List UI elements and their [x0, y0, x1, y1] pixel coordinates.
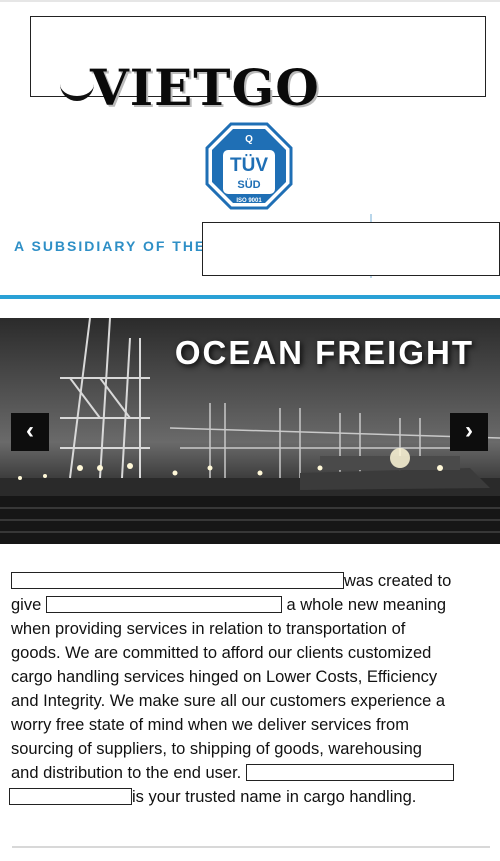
svg-text:TÜV: TÜV — [230, 155, 268, 176]
svg-text:SÜD: SÜD — [237, 178, 260, 191]
subsidiary-tagline: A SUBSIDIARY OF THE — [14, 238, 207, 254]
logo-swoosh — [60, 82, 94, 101]
description-line: sourcing of suppliers, to shipping of go… — [11, 740, 422, 758]
redacted-company-name — [11, 572, 344, 589]
description-line: goods. We are committed to afford our cl… — [11, 644, 432, 662]
brand-logo: VIETGO — [90, 58, 320, 117]
svg-text:ISO 9001: ISO 9001 — [236, 198, 262, 204]
redacted-company-name — [9, 788, 132, 805]
banner-title: OCEAN FREIGHT — [174, 334, 474, 371]
redacted-company-name — [245, 764, 454, 781]
description-line: and distribution to the end user. — [11, 761, 491, 785]
tuv-certification-badge: Q TÜV SÜD ISO 9001 — [205, 122, 293, 210]
slider-next-button[interactable]: › — [450, 413, 488, 451]
svg-text:Q: Q — [245, 134, 253, 145]
redacted-phrase — [45, 596, 282, 613]
chevron-left-icon: ‹ — [26, 417, 34, 444]
description-line: worry free state of mind when we deliver… — [11, 716, 409, 734]
description-line: was created to — [11, 569, 491, 593]
description-line: and Integrity. We make sure all our cust… — [11, 692, 446, 710]
company-description: was created to give a whole new meaning … — [9, 569, 491, 809]
description-line: when providing services in relation to t… — [11, 620, 406, 638]
top-divider — [0, 0, 500, 2]
bottom-divider — [12, 846, 490, 848]
redacted-parent-company-box — [202, 222, 500, 276]
description-line: is your trusted name in cargo handling. — [9, 785, 491, 809]
header-accent-line — [0, 295, 500, 299]
slider-prev-button[interactable]: ‹ — [11, 413, 49, 451]
ocean-freight-banner: OCEAN FREIGHT ‹ › — [0, 318, 500, 544]
description-line: give a whole new meaning — [11, 596, 447, 614]
description-line: cargo handling services hinged on Lower … — [11, 668, 438, 686]
chevron-right-icon: › — [465, 417, 473, 444]
